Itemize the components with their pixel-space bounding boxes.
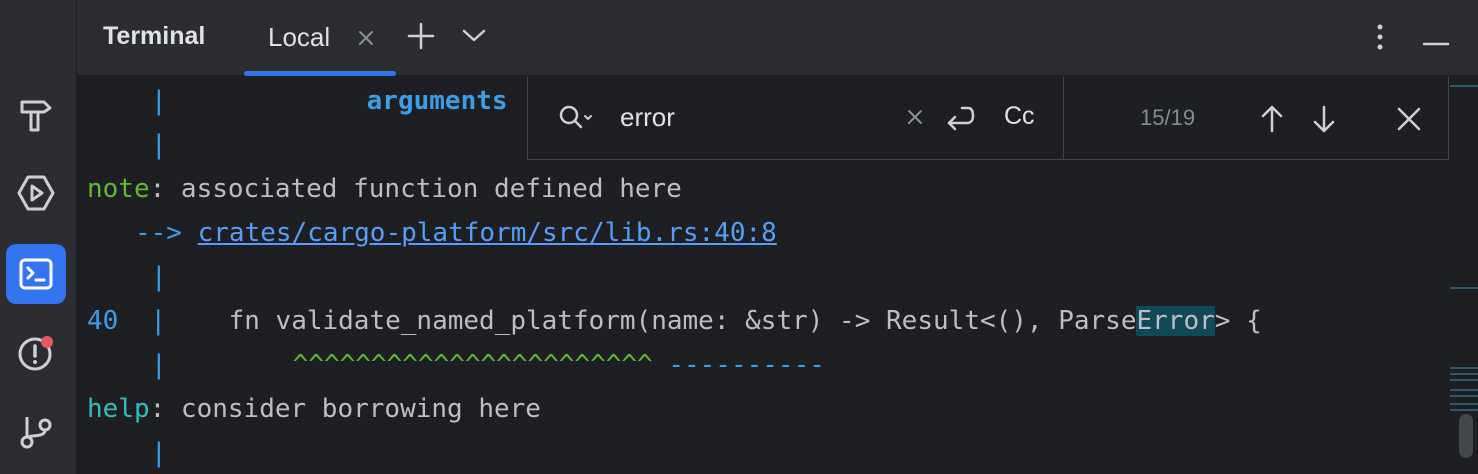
- match-marker: [1450, 409, 1478, 411]
- search-divider: [1063, 76, 1064, 160]
- match-marker: [1450, 403, 1478, 405]
- problems-icon: [16, 333, 56, 373]
- terminal-line-location: --> crates/cargo-platform/src/lib.rs:40:…: [135, 218, 777, 248]
- next-match-icon[interactable]: [1312, 104, 1336, 139]
- build-button[interactable]: [6, 84, 66, 144]
- terminal-button[interactable]: [6, 244, 66, 304]
- line-number: 40: [87, 306, 119, 336]
- terminal-line: | arguments: [151, 86, 508, 116]
- problems-button[interactable]: [6, 323, 66, 383]
- search-match-highlight: Error: [1136, 306, 1215, 336]
- search-bar: error Cc 15/19: [527, 76, 1449, 160]
- match-marker: [1450, 85, 1478, 87]
- terminal-line-carets: | ^^^^^^^^^^^^^^^^^^^^^^^ ----------: [151, 350, 825, 380]
- minimize-icon[interactable]: [1422, 34, 1450, 52]
- hammer-icon: [16, 94, 56, 134]
- previous-match-icon[interactable]: [1260, 104, 1284, 139]
- match-marker: [1450, 287, 1478, 289]
- run-icon: [16, 173, 56, 213]
- run-button[interactable]: [6, 163, 66, 223]
- match-case-toggle[interactable]: Cc: [1004, 102, 1035, 131]
- match-marker: [1450, 367, 1478, 369]
- match-marker: [1450, 395, 1478, 397]
- match-marker: [1450, 373, 1478, 375]
- git-branch-icon: [16, 412, 56, 452]
- newline-icon[interactable]: [944, 104, 976, 137]
- active-tab-indicator: [244, 71, 396, 76]
- tab-close-icon[interactable]: [356, 28, 376, 53]
- panel-title: Terminal: [103, 22, 206, 50]
- vertical-dots-icon[interactable]: [1373, 22, 1387, 57]
- terminal-line-note: note: associated function defined here: [87, 174, 682, 204]
- note-label: note: [87, 174, 150, 204]
- terminal-line: |: [151, 262, 167, 292]
- tool-window-sidebar: [0, 0, 77, 474]
- terminal-line: |: [151, 130, 167, 160]
- help-label: help: [87, 394, 150, 424]
- search-input[interactable]: error: [620, 102, 675, 133]
- terminal-header: Terminal Local: [77, 0, 1478, 76]
- chevron-down-icon[interactable]: [461, 26, 487, 51]
- terminal-line-code: 40 | fn validate_named_platform(name: &st…: [87, 306, 1262, 336]
- scrollbar-thumb[interactable]: [1459, 414, 1473, 458]
- close-search-icon[interactable]: [1396, 106, 1422, 137]
- terminal-line-help: help: consider borrowing here: [87, 394, 541, 424]
- match-count: 15/19: [1140, 105, 1196, 130]
- match-marker: [1450, 389, 1478, 391]
- clear-search-icon[interactable]: [906, 108, 924, 131]
- match-marker: [1450, 379, 1478, 381]
- arguments-label: arguments: [366, 86, 508, 116]
- git-button[interactable]: [6, 402, 66, 462]
- search-history-icon[interactable]: [558, 104, 594, 137]
- tab-label: Local: [268, 22, 331, 52]
- plus-icon[interactable]: [407, 22, 435, 55]
- tab-local[interactable]: Local: [244, 0, 396, 76]
- terminal-line: |: [151, 438, 167, 468]
- file-link[interactable]: crates/cargo-platform/src/lib.rs:40:8: [198, 218, 777, 248]
- terminal-scrollbar[interactable]: [1450, 77, 1478, 474]
- terminal-icon: [18, 256, 54, 292]
